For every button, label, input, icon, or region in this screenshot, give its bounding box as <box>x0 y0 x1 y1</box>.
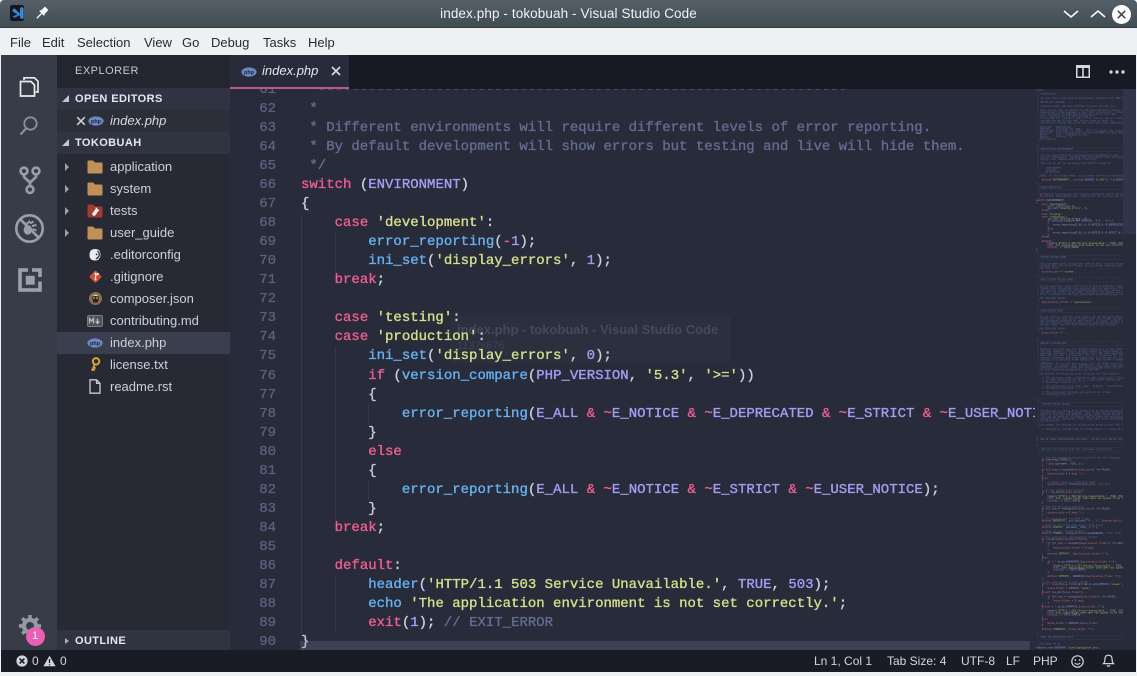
svg-text:php: php <box>91 119 102 125</box>
svg-text:php: php <box>90 341 101 347</box>
svg-text:php: php <box>244 70 255 76</box>
